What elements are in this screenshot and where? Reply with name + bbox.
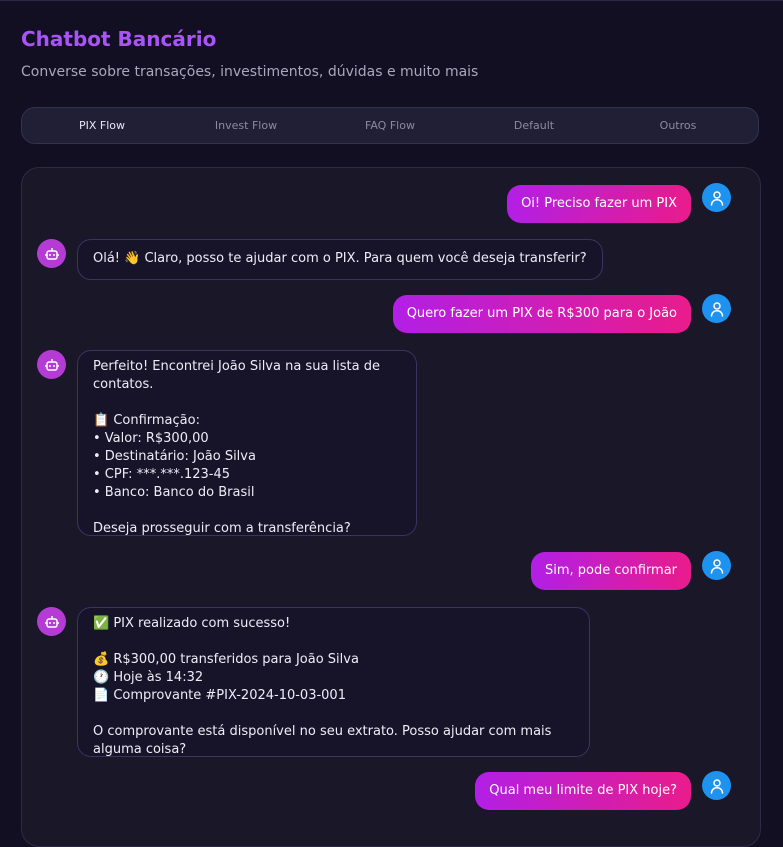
user-avatar [702,771,731,800]
tab-invest-flow[interactable]: Invest Flow [174,119,318,132]
tab-pix-flow[interactable]: PIX Flow [30,119,174,132]
tab-faq-flow[interactable]: FAQ Flow [318,119,462,132]
bot-message: Perfeito! Encontrei João Silva na sua li… [77,350,417,536]
user-message: Quero fazer um PIX de R$300 para o João [392,295,691,333]
bot-message: ✅ PIX realizado com sucesso! 💰 R$300,00 … [77,607,590,757]
page-title: Chatbot Bancário [21,27,217,51]
tab-default[interactable]: Default [462,119,606,132]
page-subtitle: Converse sobre transações, investimentos… [21,64,479,80]
robot-icon [44,247,59,260]
tab-outros[interactable]: Outros [606,119,750,132]
bot-avatar [37,350,66,379]
robot-icon [44,615,59,628]
chat-panel[interactable]: Oi! Preciso fazer um PIX Olá! 👋 Claro, p… [21,167,761,847]
user-icon [710,558,723,574]
flow-tabs: PIX Flow Invest Flow FAQ Flow Default Ou… [21,107,759,144]
top-divider [0,0,783,1]
robot-icon [44,358,59,371]
user-message: Qual meu limite de PIX hoje? [475,772,691,810]
user-avatar [702,183,731,212]
bot-avatar [37,607,66,636]
bot-avatar [37,239,66,268]
user-message: Oi! Preciso fazer um PIX [507,185,691,223]
bot-message: Olá! 👋 Claro, posso te ajudar com o PIX.… [77,239,603,280]
user-avatar [702,551,731,580]
user-avatar [702,294,731,323]
user-icon [710,301,723,317]
user-icon [710,778,723,794]
user-icon [710,190,723,206]
user-message: Sim, pode confirmar [531,552,691,590]
